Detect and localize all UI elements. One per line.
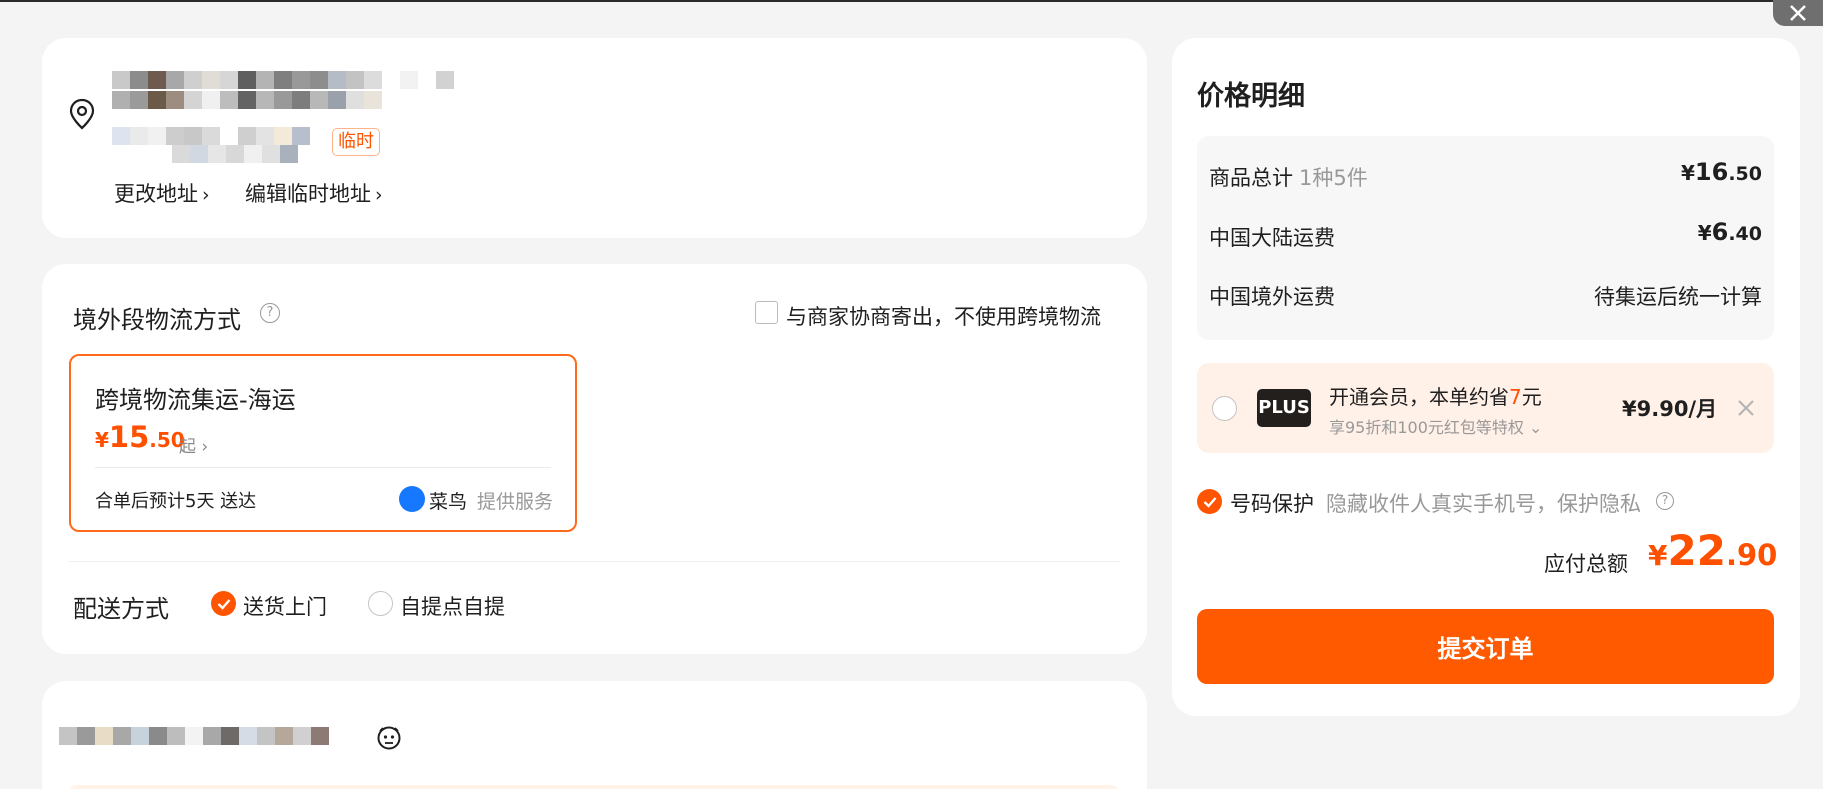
plus-subtitle: 享95折和100元红包等特权 <box>1329 418 1524 437</box>
delivery-radio-home[interactable] <box>211 591 236 616</box>
location-pin-icon <box>68 98 96 134</box>
shipping-option-card[interactable]: 跨境物流集运-海运 ¥15.50 起 › 合单后预计5天 送达 菜鸟 提供服务 <box>69 354 577 532</box>
close-button[interactable] <box>1773 0 1823 26</box>
recipient-name-redacted <box>112 71 454 89</box>
price-integer: 16 <box>1694 158 1729 186</box>
price-summary-box: 商品总计 1种5件 ¥16.50 中国大陆运费 ¥6.40 中国境外运费 待集运后… <box>1197 136 1774 340</box>
edit-temp-address-link[interactable]: 编辑临时地址 › <box>245 178 383 208</box>
overseas-shipping-label: 中国境外运费 <box>1209 285 1335 309</box>
help-icon[interactable]: ? <box>260 303 280 323</box>
price-detail-card: 价格明细 商品总计 1种5件 ¥16.50 中国大陆运费 ¥6.40 中国境外运费… <box>1172 38 1800 716</box>
price-currency: ¥ <box>1648 539 1668 572</box>
logistics-card: 境外段物流方式 ? 与商家协商寄出，不使用跨境物流 跨境物流集运-海运 ¥15.… <box>42 264 1147 654</box>
price-integer: 15 <box>108 420 150 454</box>
goods-total-value: ¥16.50 <box>1681 158 1762 186</box>
temporary-address-badge: 临时 <box>332 128 380 156</box>
domestic-shipping-value: ¥6.40 <box>1698 218 1762 246</box>
negotiate-checkbox[interactable] <box>755 301 778 324</box>
chevron-down-icon: ⌄ <box>1523 418 1543 437</box>
divider <box>69 561 1120 562</box>
chevron-right-icon: › <box>202 184 210 206</box>
price-from-link[interactable]: 起 › <box>179 432 208 457</box>
plus-price: ¥9.90/月 <box>1622 397 1718 421</box>
plus-title-suffix: 元 <box>1521 385 1542 409</box>
close-icon <box>1790 5 1806 21</box>
plus-radio[interactable] <box>1212 396 1237 421</box>
recipient-name-redacted-row2 <box>112 91 382 109</box>
overseas-shipping-value: 待集运后统一计算 <box>1594 285 1762 309</box>
check-icon <box>1203 496 1216 508</box>
close-icon[interactable] <box>1736 398 1756 422</box>
delivery-option-home[interactable]: 送货上门 <box>243 591 327 621</box>
total-label: 应付总额 <box>1544 552 1628 576</box>
plus-benefits-link[interactable]: 享95折和100元红包等特权 ⌄ <box>1329 414 1542 438</box>
plus-save-amount: 7 <box>1509 385 1522 409</box>
store-notice-bar <box>69 785 1119 789</box>
cainiao-logo-icon <box>399 486 425 512</box>
store-name-redacted <box>59 727 329 745</box>
change-address-link[interactable]: 更改地址 › <box>114 178 210 208</box>
provider-suffix: 提供服务 <box>477 491 554 513</box>
chat-face-icon[interactable] <box>376 725 402 755</box>
help-icon[interactable]: ? <box>1656 492 1674 510</box>
shipping-option-name: 跨境物流集运-海运 <box>95 386 296 414</box>
plus-title: 开通会员，本单约省7元 <box>1329 381 1542 410</box>
store-card <box>42 681 1147 789</box>
price-integer: 22 <box>1667 526 1726 575</box>
plus-badge: PLUS <box>1257 389 1311 427</box>
total-value: ¥22.90 <box>1648 526 1777 575</box>
goods-total-text: 商品总计 <box>1209 166 1293 190</box>
price-decimal: .90 <box>1725 538 1778 572</box>
plus-title-prefix: 开通会员，本单约省 <box>1329 385 1509 409</box>
shipping-option-price: ¥15.50 <box>95 420 185 454</box>
check-icon <box>217 598 230 610</box>
chevron-right-icon: › <box>375 184 383 206</box>
price-currency: ¥ <box>1681 161 1695 185</box>
price-decimal: .50 <box>1728 163 1762 185</box>
negotiate-option-label[interactable]: 与商家协商寄出，不使用跨境物流 <box>786 301 1101 331</box>
chevron-right-icon: › <box>196 437 209 457</box>
shipping-eta: 合单后预计5天 送达 <box>95 491 257 512</box>
logistics-title: 境外段物流方式 <box>73 306 241 334</box>
price-detail-title: 价格明细 <box>1197 81 1305 112</box>
edit-temp-address-label: 编辑临时地址 <box>245 182 371 206</box>
price-currency: ¥ <box>1697 221 1712 245</box>
address-card: 临时 更改地址 › 编辑临时地址 › <box>42 38 1147 238</box>
submit-order-button[interactable]: 提交订单 <box>1197 609 1774 684</box>
privacy-label: 号码保护 <box>1230 492 1314 516</box>
delivery-title: 配送方式 <box>73 595 169 623</box>
divider <box>95 467 551 468</box>
price-integer: 6 <box>1711 218 1729 246</box>
delivery-radio-pickup[interactable] <box>368 591 393 616</box>
delivery-option-pickup[interactable]: 自提点自提 <box>400 591 505 621</box>
window-top-border <box>0 0 1823 2</box>
price-decimal: .40 <box>1728 223 1762 245</box>
address-detail-redacted <box>112 127 310 145</box>
price-currency: ¥ <box>95 428 109 452</box>
change-address-label: 更改地址 <box>114 182 198 206</box>
goods-count: 1种5件 <box>1299 166 1368 190</box>
privacy-description: 隐藏收件人真实手机号，保护隐私 <box>1326 492 1641 516</box>
domestic-shipping-label: 中国大陆运费 <box>1209 226 1335 250</box>
provider-name: 菜鸟 <box>429 491 468 513</box>
plus-membership-box[interactable]: PLUS 开通会员，本单约省7元 享95折和100元红包等特权 ⌄ ¥9.90/… <box>1197 363 1774 453</box>
privacy-checkbox[interactable] <box>1197 489 1222 514</box>
price-from-label: 起 <box>179 437 196 457</box>
goods-total-label: 商品总计 1种5件 <box>1209 162 1368 192</box>
address-detail-redacted-row2 <box>172 145 298 163</box>
